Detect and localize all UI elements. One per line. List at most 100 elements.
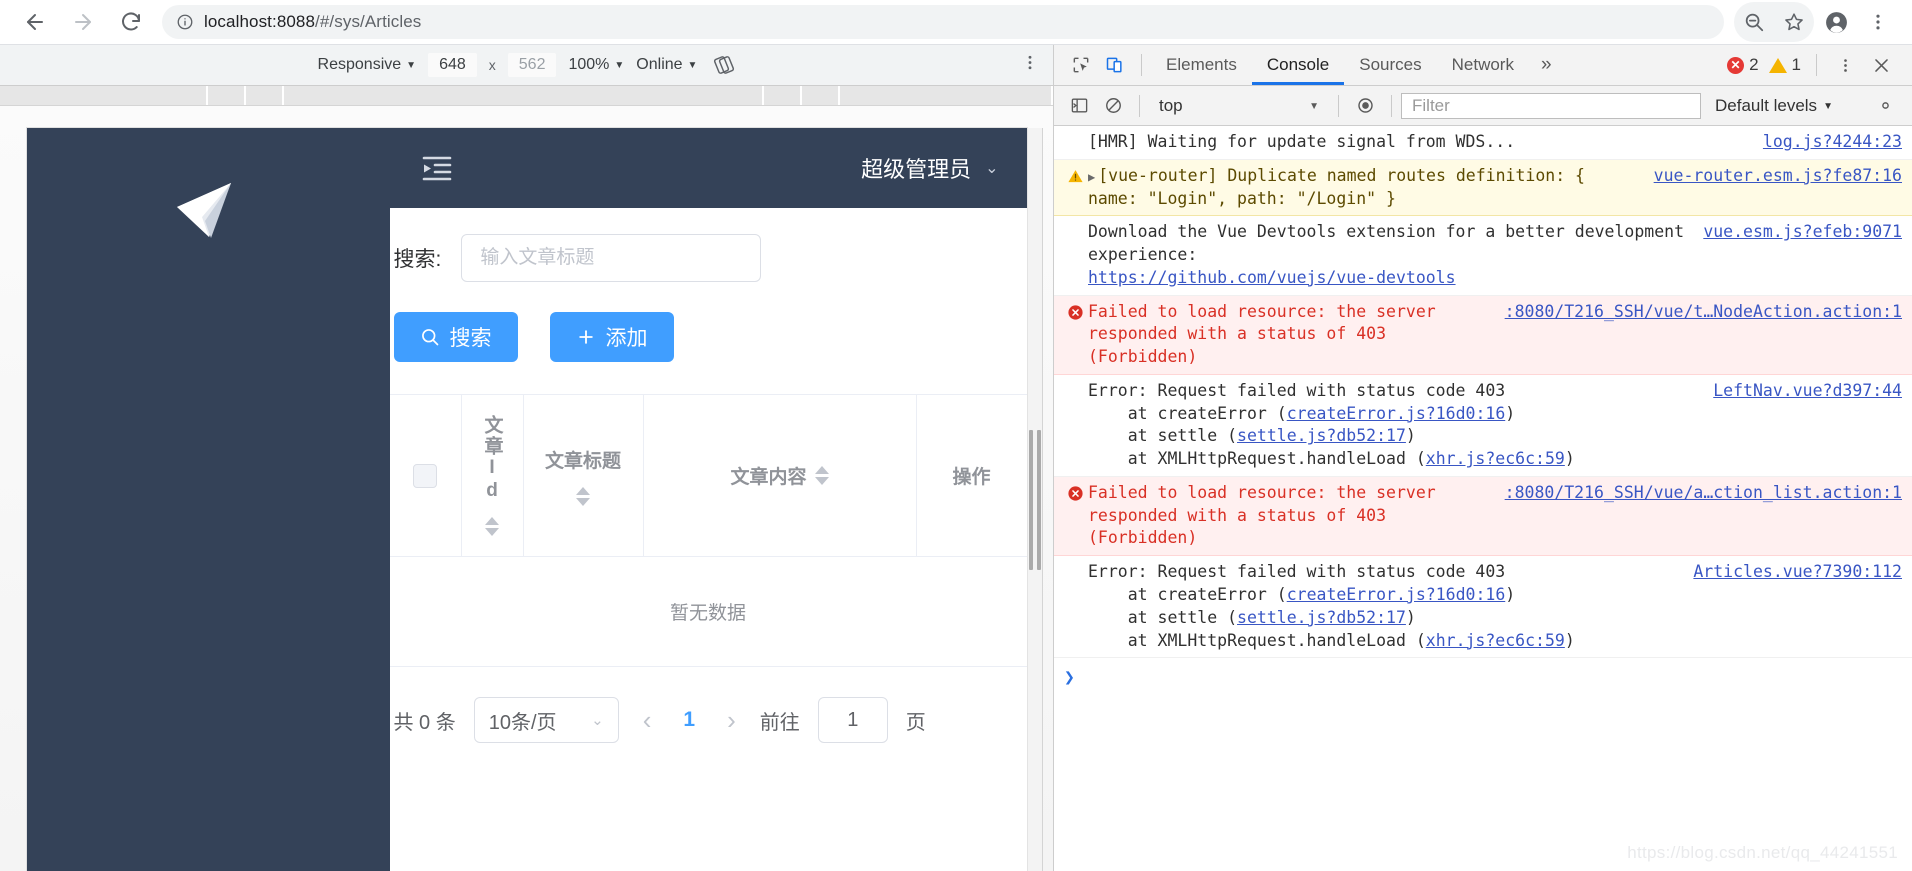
device-preset-label: Responsive (317, 56, 402, 73)
warning-triangle-icon (1768, 57, 1787, 73)
error-circle-icon: ✕ (1727, 56, 1745, 74)
inspect-element-icon[interactable] (1064, 50, 1098, 80)
tab-network[interactable]: Network (1437, 45, 1529, 85)
console-context-select[interactable]: top ▼ (1149, 96, 1329, 116)
message-gutter (1062, 221, 1088, 289)
zoom-out-icon[interactable] (1734, 2, 1774, 42)
message-source-link[interactable]: vue.esm.js?efeb:9071 (1703, 221, 1902, 244)
column-label-article-content: 文章内容 (730, 467, 807, 488)
message-source-link[interactable]: :8080/T216_SSH/vue/a…ction_list.action:1 (1505, 482, 1902, 505)
message-source-link[interactable]: Articles.vue?7390:112 (1693, 561, 1902, 584)
sort-icon[interactable] (575, 486, 590, 506)
forward-icon[interactable] (62, 1, 104, 43)
viewport-width-input[interactable]: 648 (428, 53, 477, 77)
message-source-link[interactable]: vue-router.esm.js?fe87:16 (1654, 165, 1902, 188)
chevron-down-icon: ▼ (614, 60, 625, 71)
console-message-log: [HMR] Waiting for update signal from WDS… (1054, 126, 1912, 160)
devtools-panel: Elements Console Sources Network » ✕ 2 1 (1053, 45, 1912, 871)
stack-frame-prefix: at createError ( (1088, 585, 1287, 605)
devtools-menu-icon[interactable] (1828, 50, 1862, 80)
ruler-tick (764, 86, 802, 105)
toggle-device-toolbar-icon[interactable] (1098, 50, 1132, 80)
reload-icon[interactable] (110, 1, 152, 43)
zoom-level-label: 100% (568, 56, 610, 73)
stack-frame-suffix: ) (1505, 585, 1516, 605)
next-page-button[interactable]: › (721, 705, 742, 736)
message-source-link[interactable]: :8080/T216_SSH/vue/t…NodeAction.action:1 (1505, 301, 1902, 324)
collapse-menu-icon[interactable] (420, 153, 454, 183)
chevron-double-right-icon[interactable]: » (1529, 54, 1564, 76)
tab-elements[interactable]: Elements (1151, 45, 1252, 85)
message-source-link[interactable]: LeftNav.vue?d397:44 (1713, 380, 1902, 403)
add-button[interactable]: 添加 (549, 312, 674, 362)
chevron-down-icon: ⌄ (985, 160, 999, 177)
address-bar[interactable]: localhost:8088/#/sys/Articles (162, 5, 1724, 39)
chevron-down-icon: ▼ (687, 60, 698, 71)
rotate-device-icon[interactable] (713, 54, 735, 76)
jump-page-input[interactable] (817, 697, 888, 743)
zoom-select[interactable]: 100% ▼ (568, 56, 624, 74)
table-header-article-title[interactable]: 文章标题 (524, 395, 644, 556)
prev-page-button[interactable]: ‹ (637, 705, 658, 736)
user-menu[interactable]: 超级管理员 ⌄ (861, 152, 998, 184)
gear-icon[interactable] (1875, 95, 1904, 116)
browser-menu-icon[interactable] (1858, 2, 1898, 42)
message-text: Failed to load resource: the server resp… (1088, 482, 1446, 548)
message-gutter (1062, 380, 1088, 471)
stack-frame-prefix: at XMLHttpRequest.handleLoad ( (1088, 449, 1426, 469)
search-button[interactable]: 搜索 (393, 312, 518, 362)
live-expression-icon[interactable] (1348, 91, 1382, 121)
network-throttle-select[interactable]: Online ▼ (636, 56, 697, 74)
log-levels-select[interactable]: Default levels ▼ (1701, 96, 1847, 116)
clear-console-icon[interactable] (1096, 91, 1130, 121)
device-toolbar-menu-icon[interactable] (1021, 54, 1039, 77)
message-text: [HMR] Waiting for update signal from WDS… (1088, 132, 1516, 151)
back-icon[interactable] (14, 1, 56, 43)
error-count-badge[interactable]: ✕ 2 (1723, 55, 1762, 75)
stack-frame-link[interactable]: createError.js?16d0:16 (1287, 404, 1506, 423)
stack-frame-link[interactable]: settle.js?db52:17 (1237, 426, 1406, 445)
page-size-select[interactable]: 10条/页 ⌄ (473, 697, 619, 743)
screenshot-root: localhost:8088/#/sys/Articles Responsive… (0, 0, 1912, 871)
tab-sources[interactable]: Sources (1344, 45, 1436, 85)
viewport-resize-handle[interactable] (1026, 128, 1043, 871)
stack-frame-link[interactable]: settle.js?db52:17 (1237, 608, 1406, 627)
close-icon[interactable] (1864, 50, 1898, 80)
viewport-height-input[interactable]: 562 (507, 53, 557, 77)
select-all-checkbox[interactable] (413, 463, 437, 488)
table-header-article-id[interactable]: 文章Id (462, 395, 524, 556)
sort-icon[interactable] (814, 466, 829, 485)
message-source-link[interactable]: log.js?4244:23 (1763, 131, 1902, 154)
stack-frame-suffix: ) (1505, 403, 1516, 423)
disclosure-triangle-icon[interactable]: ▶ (1088, 170, 1095, 184)
site-info-icon[interactable] (176, 13, 194, 31)
device-viewport-area: 超级管理员 ⌄ 搜索: 输入文章标题 搜索 添加 文章Id 文章标题 文章内容 … (0, 106, 1053, 871)
warning-count-badge[interactable]: 1 (1765, 55, 1805, 75)
zoom-bookmark-group (1734, 2, 1814, 42)
tab-console[interactable]: Console (1252, 45, 1344, 85)
ruler-tick (840, 86, 1053, 105)
console-sidebar-icon[interactable] (1062, 91, 1096, 121)
console-filter-input[interactable] (1401, 92, 1701, 119)
console-prompt-chevron: ❯ (1064, 667, 1075, 689)
sort-icon[interactable] (485, 517, 499, 536)
ruler-tick (246, 86, 284, 105)
articles-table: 文章Id 文章标题 文章内容 操作 暂无数据 (389, 394, 1027, 667)
divider (1141, 54, 1142, 76)
stack-frame-link[interactable]: xhr.js?ec6c:59 (1426, 449, 1565, 468)
divider (1391, 94, 1392, 117)
vue-devtools-link[interactable]: https://github.com/vuejs/vue-devtools (1088, 268, 1456, 287)
console-prompt[interactable]: ❯ (1054, 658, 1912, 699)
star-icon[interactable] (1774, 2, 1814, 42)
error-circle-icon (1067, 304, 1084, 369)
page-number-1[interactable]: 1 (675, 708, 703, 732)
search-icon (420, 327, 440, 347)
stack-frame-link[interactable]: createError.js?16d0:16 (1287, 585, 1506, 604)
table-header-article-content[interactable]: 文章内容 (644, 395, 917, 556)
account-avatar-icon[interactable] (1816, 2, 1856, 42)
device-preset-select[interactable]: Responsive ▼ (318, 56, 417, 74)
browser-toolbar: localhost:8088/#/sys/Articles (0, 0, 1912, 45)
search-input[interactable] (461, 234, 762, 282)
add-button-label: 添加 (605, 327, 648, 350)
stack-frame-link[interactable]: xhr.js?ec6c:59 (1426, 631, 1565, 650)
